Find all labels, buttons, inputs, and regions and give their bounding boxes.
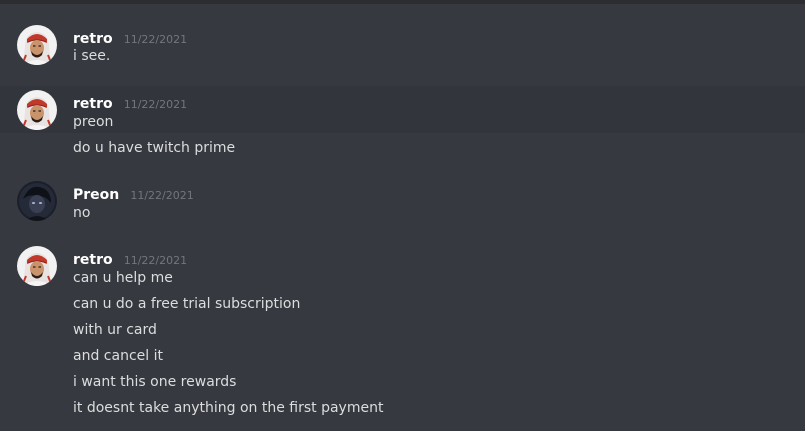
arab-headdress-avatar-icon[interactable]: [17, 25, 57, 65]
message-text: it doesnt take anything on the first pay…: [73, 400, 384, 416]
message-text: can u help me: [73, 270, 173, 286]
message-text: and cancel it: [73, 348, 163, 364]
username[interactable]: retro: [73, 252, 113, 268]
message-text: i want this one rewards: [73, 374, 237, 390]
message-text: can u do a free trial subscription: [73, 296, 301, 312]
message-text: do u have twitch prime: [73, 140, 236, 156]
message-text: with ur card: [73, 322, 157, 338]
message-text: preon: [73, 114, 114, 130]
username[interactable]: retro: [73, 31, 113, 47]
message-text: i see.: [73, 48, 111, 64]
arab-headdress-avatar-icon[interactable]: [17, 246, 57, 286]
message-timestamp: 11/22/2021: [123, 98, 188, 111]
dark-anime-avatar-icon[interactable]: [17, 181, 57, 221]
message-text: no: [73, 205, 91, 221]
message-timestamp: 11/22/2021: [123, 33, 188, 46]
message-timestamp: 11/22/2021: [123, 254, 188, 267]
username[interactable]: retro: [73, 96, 113, 112]
chat-messages: retro 11/22/2021 i see. retro 11/22/2021…: [0, 0, 805, 431]
username[interactable]: Preon: [73, 187, 119, 203]
arab-headdress-avatar-icon[interactable]: [17, 90, 57, 130]
message-timestamp: 11/22/2021: [130, 189, 194, 202]
